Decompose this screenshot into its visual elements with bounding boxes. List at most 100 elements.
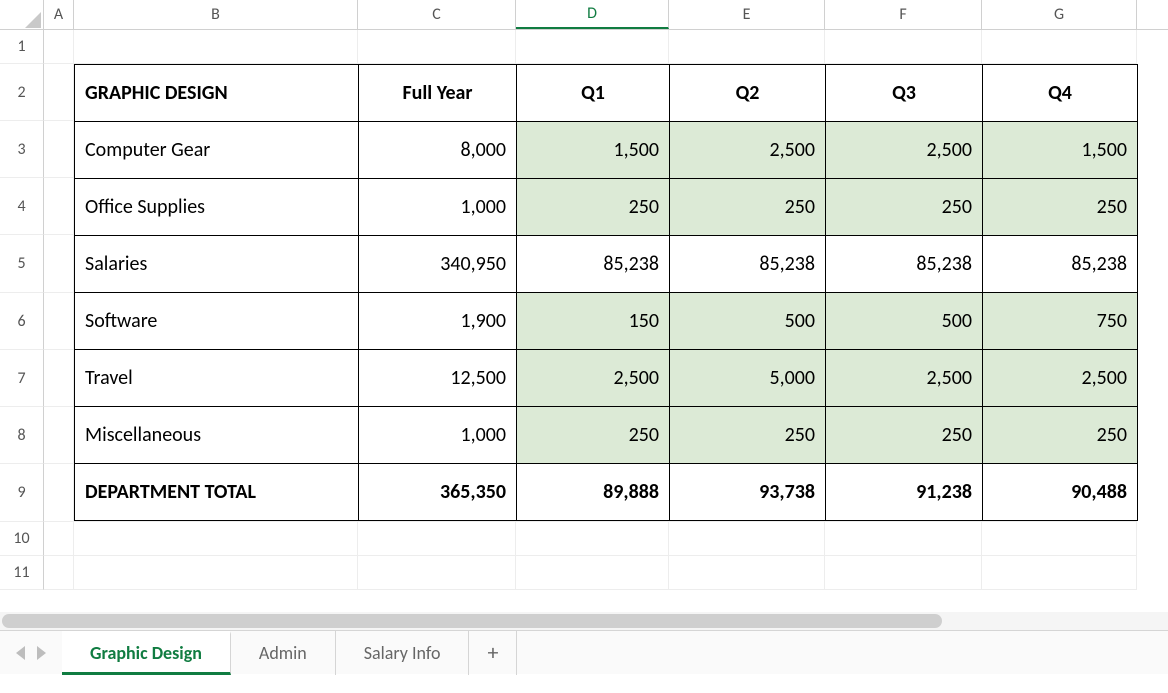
add-sheet-button[interactable]: +	[469, 631, 517, 675]
cell[interactable]	[44, 464, 74, 522]
sheet-tab-admin[interactable]: Admin	[231, 631, 336, 675]
row-header-2[interactable]: 2	[0, 64, 44, 121]
cell-label[interactable]: Salaries	[75, 236, 359, 293]
cell-q3[interactable]: 500	[826, 293, 983, 350]
cell-label[interactable]: Computer Gear	[75, 122, 359, 179]
cell[interactable]	[44, 30, 74, 64]
header-q4[interactable]: Q4	[983, 65, 1138, 122]
cell-full[interactable]: 8,000	[359, 122, 517, 179]
cell[interactable]	[74, 30, 358, 64]
cell[interactable]	[516, 30, 669, 64]
cell-label[interactable]: Miscellaneous	[75, 407, 359, 464]
cell[interactable]	[44, 407, 74, 464]
select-all-corner[interactable]	[0, 0, 44, 30]
horizontal-scrollbar[interactable]	[0, 612, 1168, 630]
cell-q1[interactable]: 2,500	[517, 350, 670, 407]
total-label[interactable]: DEPARTMENT TOTAL	[75, 464, 359, 521]
row-header-1[interactable]: 1	[0, 30, 44, 64]
row-header-3[interactable]: 3	[0, 121, 44, 178]
cell-full[interactable]: 340,950	[359, 236, 517, 293]
cell-q2[interactable]: 500	[670, 293, 826, 350]
total-full[interactable]: 365,350	[359, 464, 517, 521]
header-label[interactable]: GRAPHIC DESIGN	[75, 65, 359, 122]
cell[interactable]	[825, 556, 982, 590]
total-q4[interactable]: 90,488	[983, 464, 1138, 521]
cell[interactable]	[74, 556, 358, 590]
cell[interactable]	[358, 30, 516, 64]
cell-q4[interactable]: 1,500	[983, 122, 1138, 179]
cell-q4[interactable]: 2,500	[983, 350, 1138, 407]
cell-label[interactable]: Travel	[75, 350, 359, 407]
total-q1[interactable]: 89,888	[517, 464, 670, 521]
row-header-11[interactable]: 11	[0, 556, 44, 590]
cell-full[interactable]: 1,000	[359, 179, 517, 236]
row-header-8[interactable]: 8	[0, 407, 44, 464]
cell-q2[interactable]: 2,500	[670, 122, 826, 179]
cell[interactable]	[516, 556, 669, 590]
header-q3[interactable]: Q3	[826, 65, 983, 122]
cell-q2[interactable]: 250	[670, 407, 826, 464]
cell[interactable]	[44, 235, 74, 293]
scrollbar-thumb[interactable]	[2, 614, 942, 628]
cell-q4[interactable]: 250	[983, 407, 1138, 464]
cell-q1[interactable]: 150	[517, 293, 670, 350]
nav-prev-icon[interactable]	[16, 646, 25, 660]
cell-q2[interactable]: 250	[670, 179, 826, 236]
cell-q3[interactable]: 250	[826, 179, 983, 236]
cell[interactable]	[358, 522, 516, 556]
header-q2[interactable]: Q2	[670, 65, 826, 122]
cell-q1[interactable]: 85,238	[517, 236, 670, 293]
cell-full[interactable]: 1,900	[359, 293, 517, 350]
cell-q1[interactable]: 250	[517, 179, 670, 236]
col-header-F[interactable]: F	[825, 0, 982, 29]
col-header-B[interactable]: B	[74, 0, 358, 29]
cell-q2[interactable]: 85,238	[670, 236, 826, 293]
cell[interactable]	[825, 30, 982, 64]
cell-q4[interactable]: 750	[983, 293, 1138, 350]
cell-q4[interactable]: 250	[983, 179, 1138, 236]
cell-q4[interactable]: 85,238	[983, 236, 1138, 293]
grid[interactable]: GRAPHIC DESIGN Full Year Q1 Q2 Q3 Q4 Com…	[44, 30, 1168, 612]
cell[interactable]	[982, 30, 1137, 64]
cell-q3[interactable]: 2,500	[826, 122, 983, 179]
row-header-7[interactable]: 7	[0, 350, 44, 407]
row-header-5[interactable]: 5	[0, 235, 44, 293]
cell-label[interactable]: Office Supplies	[75, 179, 359, 236]
col-header-C[interactable]: C	[358, 0, 516, 29]
col-header-G[interactable]: G	[982, 0, 1137, 29]
cell[interactable]	[516, 522, 669, 556]
total-q3[interactable]: 91,238	[826, 464, 983, 521]
cell[interactable]	[44, 293, 74, 350]
cell[interactable]	[669, 522, 825, 556]
header-q1[interactable]: Q1	[517, 65, 670, 122]
cell[interactable]	[44, 522, 74, 556]
row-header-4[interactable]: 4	[0, 178, 44, 235]
cell-q3[interactable]: 2,500	[826, 350, 983, 407]
cell-q1[interactable]: 1,500	[517, 122, 670, 179]
total-q2[interactable]: 93,738	[670, 464, 826, 521]
cell-label[interactable]: Software	[75, 293, 359, 350]
cell-q1[interactable]: 250	[517, 407, 670, 464]
col-header-A[interactable]: A	[44, 0, 74, 29]
cell[interactable]	[44, 556, 74, 590]
header-fullyear[interactable]: Full Year	[359, 65, 517, 122]
cell[interactable]	[982, 556, 1137, 590]
cell-full[interactable]: 1,000	[359, 407, 517, 464]
cell-q3[interactable]: 250	[826, 407, 983, 464]
cell[interactable]	[44, 178, 74, 235]
row-header-6[interactable]: 6	[0, 293, 44, 350]
cell[interactable]	[825, 522, 982, 556]
cell-q3[interactable]: 85,238	[826, 236, 983, 293]
cell[interactable]	[74, 522, 358, 556]
cell[interactable]	[358, 556, 516, 590]
cell[interactable]	[982, 522, 1137, 556]
row-header-9[interactable]: 9	[0, 464, 44, 522]
cell[interactable]	[669, 556, 825, 590]
cell[interactable]	[44, 350, 74, 407]
cell-q2[interactable]: 5,000	[670, 350, 826, 407]
sheet-tab-salary-info[interactable]: Salary Info	[336, 631, 470, 675]
sheet-tab-graphic-design[interactable]: Graphic Design	[62, 631, 231, 675]
col-header-D[interactable]: D	[516, 0, 669, 29]
cell[interactable]	[44, 64, 74, 121]
cell[interactable]	[669, 30, 825, 64]
